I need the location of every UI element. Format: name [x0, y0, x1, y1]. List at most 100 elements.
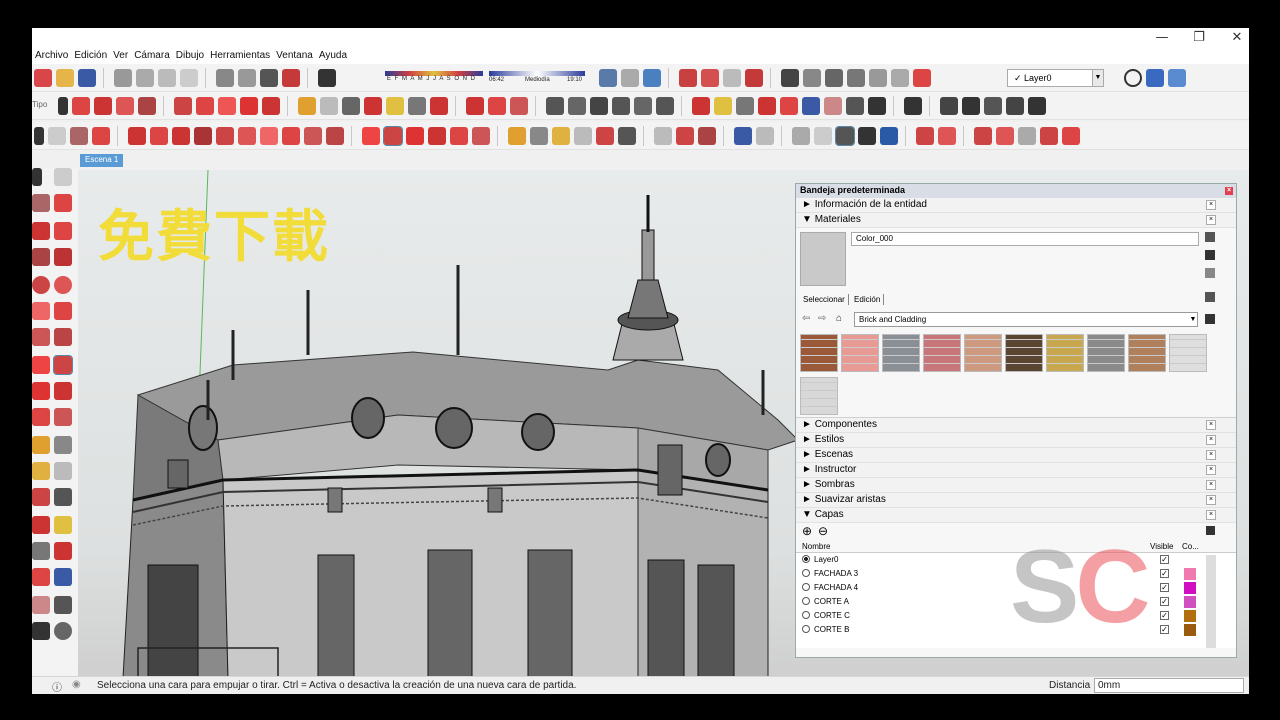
remove-layer-icon[interactable]: ⊖ — [818, 524, 828, 538]
walk-icon[interactable] — [868, 97, 886, 115]
axes-icon[interactable] — [32, 488, 50, 506]
zoom-icon[interactable] — [408, 97, 426, 115]
active-layer-radio[interactable] — [802, 555, 810, 563]
solid-trim-icon[interactable] — [1040, 127, 1058, 145]
pan-icon[interactable] — [714, 97, 732, 115]
pan-icon[interactable] — [386, 97, 404, 115]
hidden-line-style-icon[interactable] — [835, 126, 855, 146]
section-instructor[interactable]: ► Instructor × — [796, 463, 1236, 478]
three-point-arc-icon[interactable] — [32, 328, 50, 346]
delete-icon[interactable] — [180, 69, 198, 87]
section-soften-edges[interactable]: ► Suavizar aristas × — [796, 493, 1236, 508]
toggle-terrain-icon[interactable] — [938, 127, 956, 145]
previous-view-icon[interactable] — [54, 568, 72, 586]
xray-style-icon[interactable] — [792, 127, 810, 145]
shadow-settings-strip[interactable]: E F M A M J J A S O N D 06:42 Mediodía 1… — [385, 71, 585, 85]
orbit-icon[interactable] — [364, 97, 382, 115]
share-model-icon[interactable] — [701, 69, 719, 87]
freehand-icon[interactable] — [150, 127, 168, 145]
3d-text-icon[interactable] — [54, 488, 72, 506]
sandbox-from-contours-icon[interactable] — [654, 127, 672, 145]
rotate-icon[interactable] — [32, 382, 50, 400]
three-point-arc-icon[interactable] — [304, 127, 322, 145]
material-swatch-siding-white[interactable] — [1169, 334, 1207, 372]
layer-visible-checkbox[interactable]: ✓ — [1160, 625, 1169, 634]
offset-icon[interactable] — [472, 127, 490, 145]
eraser-icon[interactable] — [72, 97, 90, 115]
section-cut-icon[interactable] — [913, 69, 931, 87]
zoom-window-icon[interactable] — [54, 542, 72, 560]
3d-text-icon[interactable] — [618, 127, 636, 145]
front-view-icon[interactable] — [568, 97, 586, 115]
extension-warehouse-icon[interactable] — [745, 69, 763, 87]
download-icon[interactable] — [643, 69, 661, 87]
push-pull-icon[interactable] — [383, 126, 403, 146]
material-swatch-stone-gray[interactable] — [1087, 334, 1125, 372]
chevron-down-icon[interactable]: ▼ — [1092, 69, 1104, 87]
layer-visible-checkbox[interactable]: ✓ — [1160, 583, 1169, 592]
move-icon[interactable] — [362, 127, 380, 145]
shaded-icon[interactable] — [1006, 97, 1024, 115]
current-layer-select[interactable]: ✓ Layer0 — [1007, 69, 1097, 87]
close-icon[interactable]: × — [1206, 495, 1216, 505]
tape-measure-icon[interactable] — [508, 127, 526, 145]
eraser-icon[interactable] — [54, 194, 72, 212]
rotate-icon[interactable] — [240, 97, 258, 115]
layer-color-swatch[interactable] — [1184, 596, 1196, 608]
scene-tab[interactable]: Escena 1 — [80, 154, 124, 167]
material-swatch-stone-blue-gray[interactable] — [882, 334, 920, 372]
layer-visible-checkbox[interactable]: ✓ — [1160, 611, 1169, 620]
drape-icon[interactable] — [756, 127, 774, 145]
dimension-icon[interactable] — [54, 436, 72, 454]
paint-default-icon[interactable] — [1205, 250, 1215, 260]
smoove-icon[interactable] — [698, 127, 716, 145]
layer-visible-checkbox[interactable]: ✓ — [1160, 569, 1169, 578]
close-icon[interactable]: × — [1206, 480, 1216, 490]
menu-ver[interactable]: Ver — [110, 48, 131, 63]
layer-name[interactable]: Layer0 — [814, 555, 838, 564]
stamp-icon[interactable] — [734, 127, 752, 145]
pan-icon[interactable] — [54, 516, 72, 534]
menu-camara[interactable]: Cámara — [131, 48, 173, 63]
offset-icon[interactable] — [54, 408, 72, 426]
scale-icon[interactable] — [450, 127, 468, 145]
close-icon[interactable]: × — [1206, 215, 1216, 225]
tape-measure-icon[interactable] — [298, 97, 316, 115]
print-icon[interactable] — [260, 69, 278, 87]
save-icon[interactable] — [78, 69, 96, 87]
menu-herramientas[interactable]: Herramientas — [207, 48, 273, 63]
right-view-icon[interactable] — [612, 97, 630, 115]
copy-icon[interactable] — [136, 69, 154, 87]
two-point-arc-icon[interactable] — [54, 302, 72, 320]
look-around-icon[interactable] — [803, 69, 821, 87]
protractor-icon[interactable] — [552, 127, 570, 145]
section-shadows[interactable]: ► Sombras × — [796, 478, 1236, 493]
make-component-icon[interactable] — [54, 168, 72, 186]
minimize-button[interactable]: — — [1147, 30, 1177, 46]
two-point-arc-icon[interactable] — [282, 127, 300, 145]
position-camera-icon[interactable] — [32, 596, 50, 614]
dimension-icon[interactable] — [530, 127, 548, 145]
close-icon[interactable]: × — [1225, 187, 1233, 195]
section-styles[interactable]: ► Estilos × — [796, 433, 1236, 448]
menu-edicion[interactable]: Edición — [71, 48, 110, 63]
section-scenes[interactable]: ► Escenas × — [796, 448, 1236, 463]
layer-visible-checkbox[interactable]: ✓ — [1160, 555, 1169, 564]
rotate-icon[interactable] — [406, 127, 424, 145]
shadow-time-bar[interactable] — [489, 71, 585, 76]
polygon-icon[interactable] — [238, 127, 256, 145]
section-display-icon[interactable] — [891, 69, 909, 87]
camera-icon[interactable] — [847, 69, 865, 87]
warehouse-icon[interactable] — [679, 69, 697, 87]
material-swatch-wood-siding[interactable] — [1128, 334, 1166, 372]
layer-color-swatch[interactable] — [1184, 624, 1196, 636]
active-layer-radio[interactable] — [802, 583, 810, 591]
solid-intersect-icon[interactable] — [1018, 127, 1036, 145]
home-icon[interactable] — [590, 97, 608, 115]
rotated-rectangle-icon[interactable] — [54, 248, 72, 266]
tab-select[interactable]: Seleccionar — [800, 294, 849, 305]
push-pull-icon[interactable] — [53, 355, 73, 375]
zoom-icon[interactable] — [32, 542, 50, 560]
material-preview[interactable] — [800, 232, 846, 286]
material-swatch-tile-tan[interactable] — [964, 334, 1002, 372]
